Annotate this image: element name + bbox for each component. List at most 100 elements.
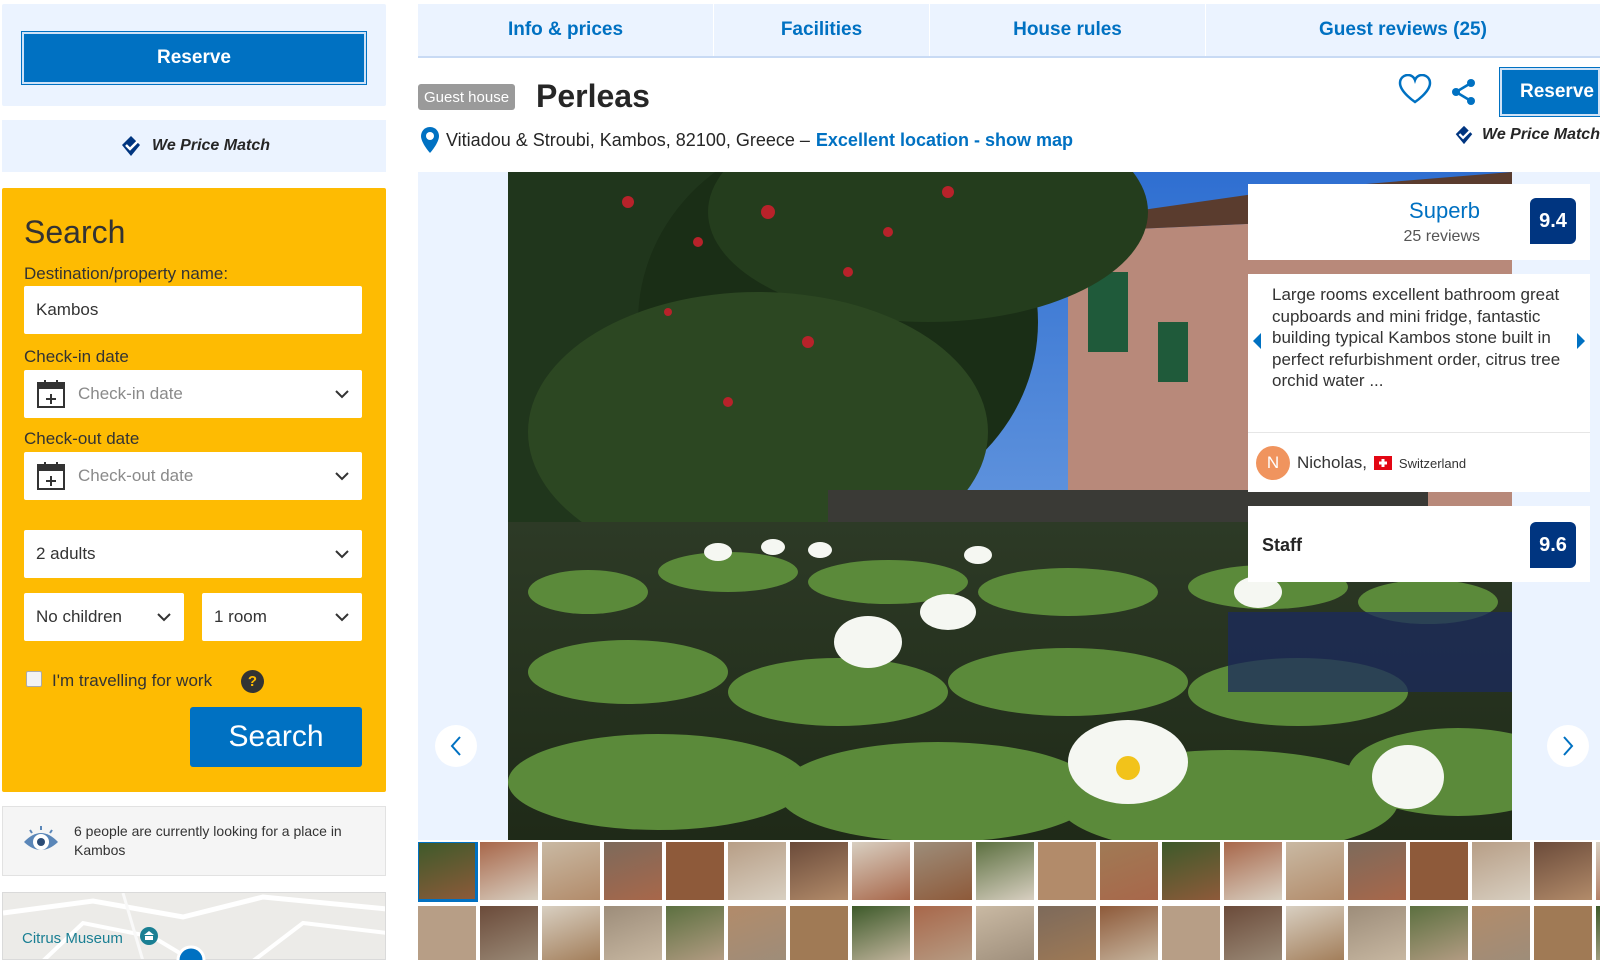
photo-thumbnail[interactable]: [1348, 906, 1406, 960]
calendar-icon: [37, 462, 65, 490]
chevron-down-icon: [335, 472, 349, 481]
header-price-match-label: We Price Match: [1482, 126, 1600, 143]
chevron-right-icon: [1563, 736, 1574, 756]
property-type-badge: Guest house: [418, 84, 516, 110]
shield-check-icon: [1455, 125, 1473, 145]
review-score-badge: 9.4: [1530, 198, 1576, 244]
photo-thumbnail[interactable]: [976, 842, 1034, 900]
quote-next-icon[interactable]: [1576, 332, 1586, 350]
work-travel-label: I'm travelling for work: [52, 671, 213, 690]
photo-thumbnail[interactable]: [1224, 842, 1282, 900]
photo-thumbnail[interactable]: [604, 906, 662, 960]
photo-thumbnail[interactable]: [1162, 842, 1220, 900]
sidebar-reserve-button[interactable]: Reserve: [22, 32, 366, 84]
checkin-placeholder: Check-in date: [78, 384, 183, 403]
work-travel-checkbox[interactable]: [26, 671, 42, 687]
photo-thumbnail[interactable]: [1162, 906, 1220, 960]
photo-thumbnail[interactable]: [542, 842, 600, 900]
staff-label: Staff: [1262, 535, 1302, 555]
help-icon[interactable]: ?: [241, 670, 264, 693]
rooms-select[interactable]: 1 room: [202, 593, 362, 641]
thumbnail-strip: [418, 842, 1600, 960]
photo-thumbnail[interactable]: [418, 842, 478, 902]
photo-thumbnail[interactable]: [1224, 906, 1282, 960]
review-score-word: Superb: [1409, 198, 1480, 223]
gallery-next-button[interactable]: [1547, 725, 1589, 767]
heart-icon[interactable]: [1398, 74, 1432, 104]
tab-guest-reviews[interactable]: Guest reviews (25): [1206, 4, 1600, 56]
photo-thumbnail[interactable]: [1410, 842, 1468, 900]
photo-thumbnail[interactable]: [480, 842, 538, 900]
photo-thumbnail[interactable]: [1100, 906, 1158, 960]
photo-thumbnail[interactable]: [542, 906, 600, 960]
photo-thumbnail[interactable]: [976, 906, 1034, 960]
photo-thumbnail[interactable]: [1348, 842, 1406, 900]
staff-score-badge: 9.6: [1530, 522, 1576, 568]
swiss-flag-icon: [1373, 456, 1392, 470]
photo-thumbnail[interactable]: [1472, 906, 1530, 960]
photo-thumbnail[interactable]: [790, 906, 848, 960]
checkout-placeholder: Check-out date: [78, 466, 194, 485]
photo-thumbnail[interactable]: [914, 906, 972, 960]
photo-thumbnail[interactable]: [418, 906, 476, 960]
gallery-prev-button[interactable]: [435, 725, 477, 767]
show-map-link[interactable]: Excellent location - show map: [816, 130, 1073, 151]
photo-thumbnail[interactable]: [1038, 906, 1096, 960]
quote-prev-icon[interactable]: [1252, 332, 1262, 350]
checkout-label: Check-out date: [24, 429, 140, 448]
address-row: Vitiadou & Stroubi, Kambos, 82100, Greec…: [420, 126, 1073, 154]
photo-thumbnail[interactable]: [1410, 906, 1468, 960]
photo-thumbnail[interactable]: [1038, 842, 1096, 900]
photo-thumbnail[interactable]: [1286, 906, 1344, 960]
photo-thumbnail[interactable]: [852, 906, 910, 960]
map-pin-icon: [421, 127, 439, 153]
eye-icon: [24, 826, 58, 850]
chevron-left-icon: [450, 736, 461, 756]
photo-thumbnail[interactable]: [852, 842, 910, 900]
checkin-label: Check-in date: [24, 347, 129, 366]
price-match-label: We Price Match: [152, 137, 270, 154]
children-value: No children: [36, 607, 122, 626]
checkout-field[interactable]: Check-out date: [24, 452, 362, 500]
photo-thumbnail[interactable]: [1100, 842, 1158, 900]
avatar: N: [1256, 446, 1290, 480]
address-text: Vitiadou & Stroubi, Kambos, 82100, Greec…: [446, 129, 810, 150]
photo-thumbnail[interactable]: [728, 906, 786, 960]
tab-info-prices[interactable]: Info & prices: [418, 4, 714, 56]
photo-thumbnail[interactable]: [666, 842, 724, 900]
photo-thumbnail[interactable]: [1534, 906, 1592, 960]
header-reserve-button[interactable]: Reserve: [1500, 68, 1600, 116]
chevron-down-icon: [335, 613, 349, 622]
photo-thumbnail[interactable]: [480, 906, 538, 960]
photo-thumbnail[interactable]: [604, 842, 662, 900]
photo-thumbnail[interactable]: [666, 906, 724, 960]
photo-thumbnail[interactable]: [1472, 842, 1530, 900]
review-quote: Large rooms excellent bathroom great cup…: [1272, 285, 1561, 390]
destination-input[interactable]: Kambos: [24, 286, 362, 334]
children-select[interactable]: No children: [24, 593, 184, 641]
checkin-field[interactable]: Check-in date: [24, 370, 362, 418]
chevron-down-icon: [157, 613, 171, 622]
quote-divider: [1248, 432, 1590, 433]
photo-thumbnail[interactable]: [1286, 842, 1344, 900]
destination-label: Destination/property name:: [24, 264, 229, 283]
tab-facilities[interactable]: Facilities: [714, 4, 930, 56]
review-count: 25 reviews: [1403, 228, 1480, 245]
photo-thumbnail[interactable]: [790, 842, 848, 900]
share-icon[interactable]: [1450, 78, 1478, 106]
photo-thumbnail[interactable]: [728, 842, 786, 900]
photo-thumbnail[interactable]: [1596, 906, 1600, 960]
property-tabs: Info & prices Facilities House rules Gue…: [418, 4, 1600, 58]
page-title: Perleas: [536, 78, 650, 114]
adults-value: 2 adults: [36, 544, 96, 563]
tab-house-rules[interactable]: House rules: [930, 4, 1206, 56]
search-button[interactable]: Search: [190, 707, 362, 767]
photo-thumbnail[interactable]: [1596, 842, 1600, 900]
photo-thumbnail[interactable]: [914, 842, 972, 900]
shield-check-icon: [122, 136, 141, 156]
adults-select[interactable]: 2 adults: [24, 530, 362, 578]
calendar-icon: [37, 380, 65, 408]
reviewer-row: N Nicholas, Switzerland: [1256, 446, 1466, 480]
photo-thumbnail[interactable]: [1534, 842, 1592, 900]
price-match-banner: We Price Match: [2, 120, 386, 172]
